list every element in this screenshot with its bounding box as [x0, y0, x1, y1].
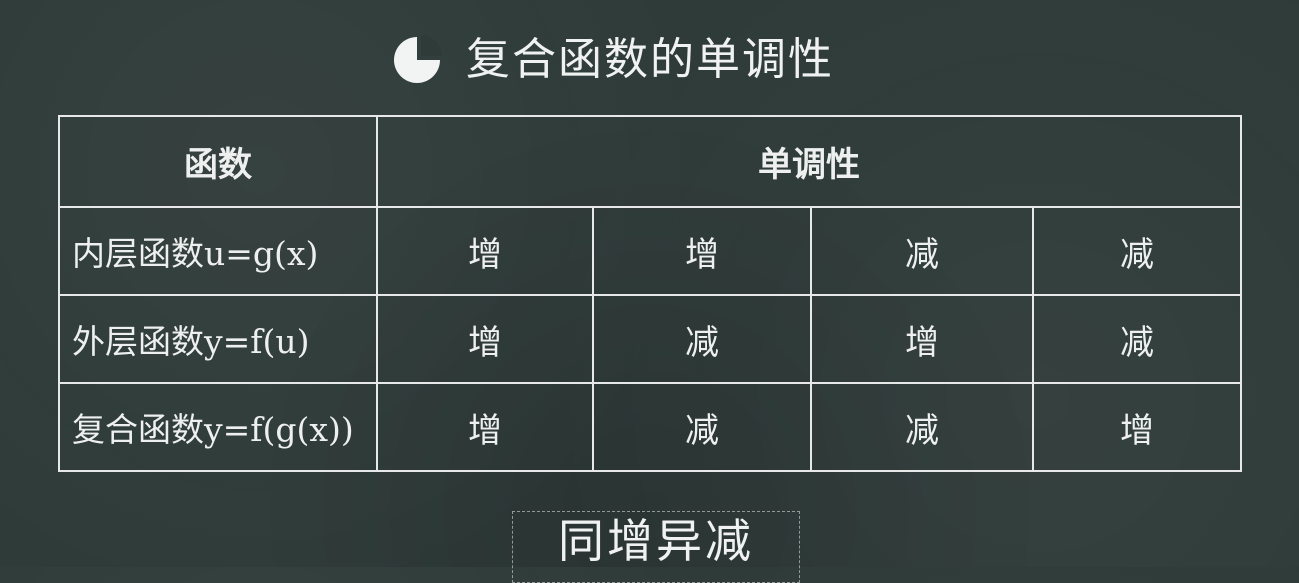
- row-label: 复合函数y=f(g(x)): [58, 382, 378, 472]
- page-title: 复合函数的单调性: [390, 30, 834, 90]
- header-monotonicity: 单调性: [376, 115, 1242, 208]
- table-header-row: 函数 单调性: [58, 115, 1242, 208]
- row-label: 外层函数y=f(u): [58, 294, 378, 384]
- table-cell: 增: [376, 382, 594, 472]
- table-cell: 减: [592, 382, 812, 472]
- table-cell: 减: [1032, 206, 1242, 296]
- table-row-composite-function: 复合函数y=f(g(x)) 增 减 减 增: [58, 382, 1242, 472]
- pie-chart-icon: [390, 33, 444, 87]
- rule-box: 同增异减: [512, 511, 800, 583]
- monotonicity-table: 函数 单调性 内层函数u=g(x) 增 增 减 减 外层函数y=f(u) 增 减…: [58, 115, 1242, 472]
- table-cell: 增: [1032, 382, 1242, 472]
- table-cell: 增: [376, 294, 594, 384]
- table-cell: 减: [1032, 294, 1242, 384]
- rule-text: 同增异减: [558, 514, 754, 568]
- table-cell: 减: [810, 382, 1034, 472]
- table-cell: 增: [592, 206, 812, 296]
- table-row-outer-function: 外层函数y=f(u) 增 减 增 减: [58, 294, 1242, 384]
- table-row-inner-function: 内层函数u=g(x) 增 增 减 减: [58, 206, 1242, 296]
- table-cell: 增: [376, 206, 594, 296]
- table-cell: 减: [592, 294, 812, 384]
- row-label: 内层函数u=g(x): [58, 206, 378, 296]
- table-cell: 减: [810, 206, 1034, 296]
- table-cell: 增: [810, 294, 1034, 384]
- title-text: 复合函数的单调性: [466, 34, 834, 85]
- header-function: 函数: [58, 115, 378, 208]
